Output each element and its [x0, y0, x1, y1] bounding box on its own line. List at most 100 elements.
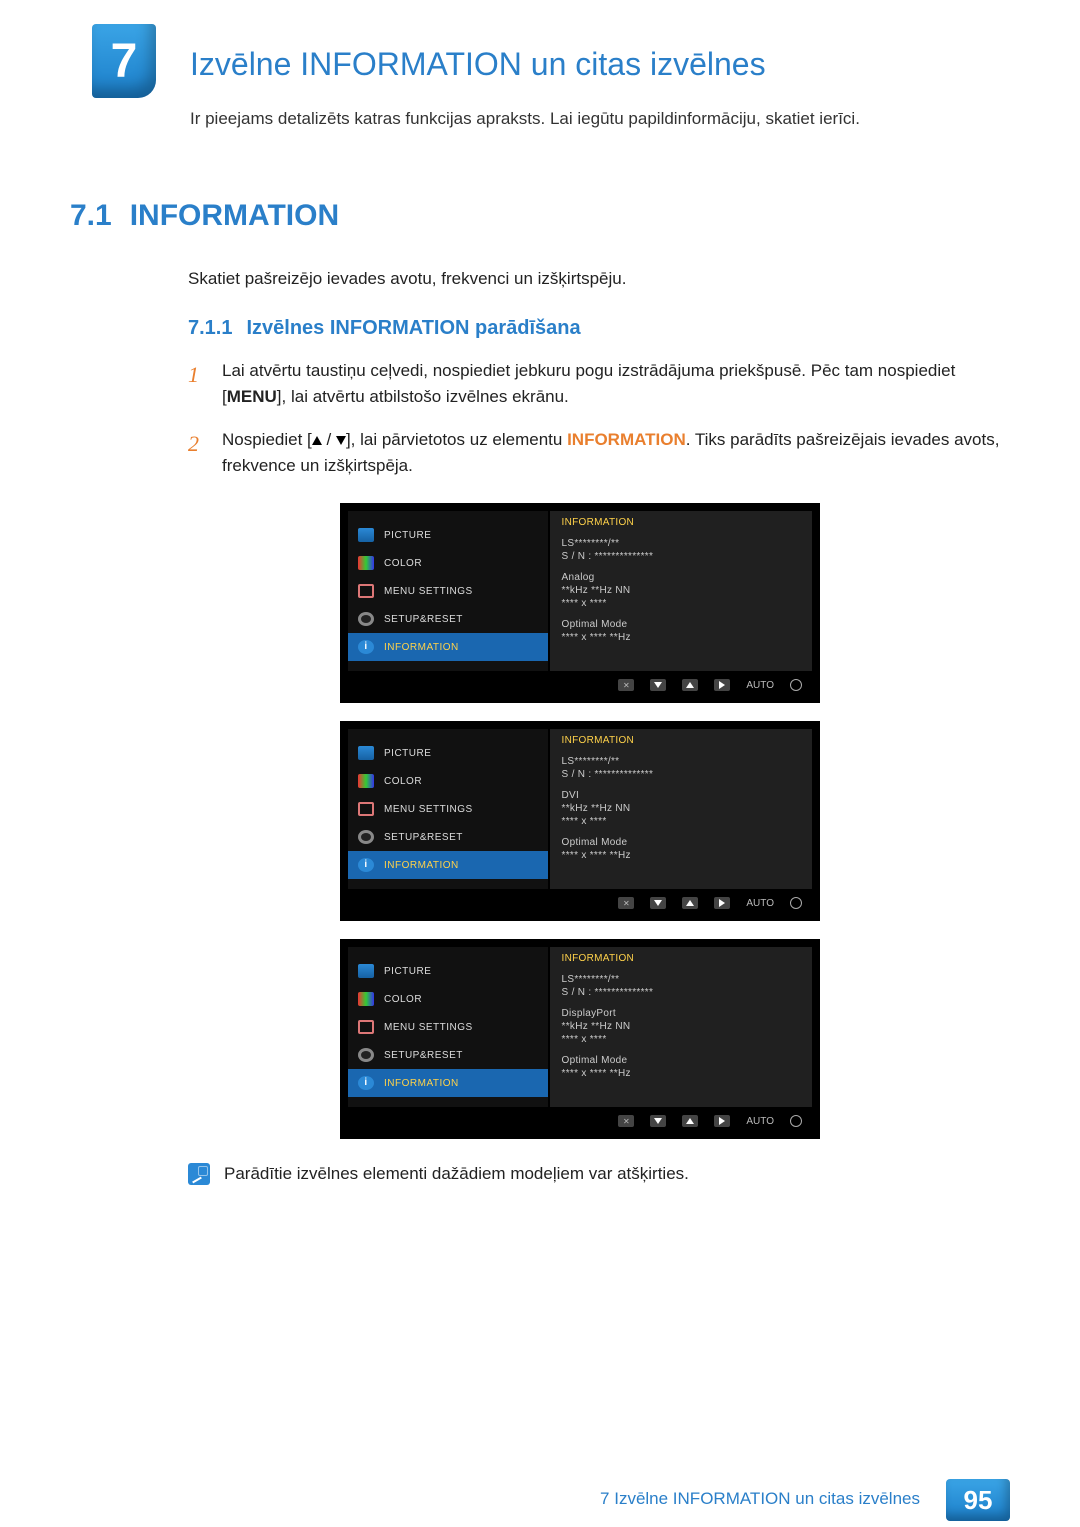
- osd-menu-item-label: COLOR: [384, 994, 422, 1005]
- step-1: 1 Lai atvērtu taustiņu ceļvedi, nospiedi…: [188, 358, 1010, 411]
- menu-icon: [358, 802, 374, 816]
- osd-menu-item: SETUP&RESET: [348, 1041, 548, 1069]
- osd-menu-item: COLOR: [348, 767, 548, 795]
- triangle-right-icon: [714, 897, 730, 909]
- osd-footer: ✕ AUTO: [348, 1111, 812, 1131]
- picture-icon: [358, 746, 374, 760]
- triangle-up-icon: [312, 436, 322, 445]
- menu-key: MENU: [227, 387, 277, 406]
- osd-resolution: **** x ****: [562, 598, 800, 609]
- osd-optimal-label: Optimal Mode: [562, 1055, 800, 1066]
- power-icon: [790, 897, 802, 909]
- footer-chapter-title: 7 Izvēlne INFORMATION un citas izvēlnes: [600, 1489, 920, 1509]
- osd-source: Analog: [562, 572, 800, 583]
- osd-source: DVI: [562, 790, 800, 801]
- osd-menu-item-label: MENU SETTINGS: [384, 804, 473, 815]
- osd-info-panel: INFORMATIONLS********/**S / N : ********…: [548, 729, 812, 889]
- close-icon: ✕: [618, 1115, 634, 1127]
- osd-optimal-label: Optimal Mode: [562, 837, 800, 848]
- note-icon: [188, 1163, 210, 1185]
- osd-menu-item-label: SETUP&RESET: [384, 614, 463, 625]
- triangle-right-icon: [714, 679, 730, 691]
- osd-panel-title: INFORMATION: [562, 517, 800, 528]
- osd-serial: S / N : **************: [562, 769, 800, 780]
- osd-optimal-value: **** x **** **Hz: [562, 632, 800, 643]
- osd-menu-item: SETUP&RESET: [348, 823, 548, 851]
- osd-menu-item-label: COLOR: [384, 558, 422, 569]
- info-icon: i: [358, 1076, 374, 1090]
- osd-screenshot: PICTURECOLORMENU SETTINGSSETUP&RESETiINF…: [340, 503, 820, 703]
- color-icon: [358, 774, 374, 788]
- section-number: 7.1: [70, 199, 112, 233]
- chapter-number-badge: 7: [92, 24, 156, 98]
- osd-menu-item: MENU SETTINGS: [348, 1013, 548, 1041]
- osd-menu-item: PICTURE: [348, 739, 548, 767]
- color-icon: [358, 556, 374, 570]
- triangle-down-icon: [650, 897, 666, 909]
- step-2: 2 Nospiediet [ / ], lai pārvietotos uz e…: [188, 427, 1010, 480]
- osd-info-panel: INFORMATION LS********/** S / N : ********…: [548, 511, 812, 671]
- osd-frequency: **kHz **Hz NN: [562, 803, 800, 814]
- step-text: Nospiediet [ / ], lai pārvietotos uz ele…: [222, 427, 1010, 480]
- setup-icon: [358, 1048, 374, 1062]
- osd-menu-item: i INFORMATION: [348, 1069, 548, 1097]
- osd-menu-item: COLOR: [348, 549, 548, 577]
- osd-menu-item: PICTURE: [348, 521, 548, 549]
- color-icon: [358, 992, 374, 1006]
- subsection-title: 7.1.1 Izvēlnes INFORMATION parādīšana: [188, 317, 1010, 340]
- note-text: Parādītie izvēlnes elementi dažādiem mod…: [224, 1164, 689, 1184]
- osd-model: LS********/**: [562, 756, 800, 767]
- auto-label: AUTO: [746, 898, 774, 909]
- chapter-title: Izvēlne INFORMATION un citas izvēlnes: [190, 20, 1010, 83]
- auto-label: AUTO: [746, 1116, 774, 1127]
- subsection-number: 7.1.1: [188, 317, 232, 339]
- osd-menu-item-label: INFORMATION: [384, 860, 459, 871]
- osd-optimal-label: Optimal Mode: [562, 619, 800, 630]
- osd-optimal-value: **** x **** **Hz: [562, 850, 800, 861]
- close-icon: ✕: [618, 897, 634, 909]
- osd-source: DisplayPort: [562, 1008, 800, 1019]
- osd-menu-item: SETUP&RESET: [348, 605, 548, 633]
- osd-left-menu: PICTURE COLOR MENU SETTINGS SETUP&RESET i INF…: [348, 729, 548, 889]
- step-text: Lai atvērtu taustiņu ceļvedi, nospiediet…: [222, 358, 1010, 411]
- osd-serial: S / N : **************: [562, 551, 800, 562]
- triangle-up-icon: [682, 897, 698, 909]
- chapter-intro: Ir pieejams detalizēts katras funkcijas …: [190, 109, 1010, 129]
- close-icon: ✕: [618, 679, 634, 691]
- osd-resolution: **** x ****: [562, 816, 800, 827]
- osd-model: LS********/**: [562, 538, 800, 549]
- triangle-right-icon: [714, 1115, 730, 1127]
- menu-icon: [358, 584, 374, 598]
- keyword-information: INFORMATION: [567, 430, 686, 449]
- step-number: 2: [188, 427, 206, 480]
- osd-footer: ✕ AUTO: [348, 893, 812, 913]
- osd-model: LS********/**: [562, 974, 800, 985]
- info-icon: i: [358, 640, 374, 654]
- osd-screenshot: PICTURE COLOR MENU SETTINGSSETUP&RESET i INF…: [340, 939, 820, 1139]
- osd-menu-item-label: COLOR: [384, 776, 422, 787]
- osd-menu-item: MENU SETTINGS: [348, 795, 548, 823]
- osd-menu-item-label: PICTURE: [384, 966, 431, 977]
- osd-screenshot: PICTURE COLOR MENU SETTINGS SETUP&RESET i INF…: [340, 721, 820, 921]
- osd-left-menu: PICTURE COLOR MENU SETTINGS SETUP&RESET iINF…: [348, 511, 548, 671]
- osd-footer: ✕ AUTO: [348, 675, 812, 695]
- osd-menu-item: MENU SETTINGS: [348, 577, 548, 605]
- osd-left-menu: PICTURE COLOR MENU SETTINGSSETUP&RESET i INF…: [348, 947, 548, 1107]
- auto-label: AUTO: [746, 680, 774, 691]
- triangle-down-icon: [650, 679, 666, 691]
- section-title: INFORMATION: [130, 199, 339, 233]
- picture-icon: [358, 964, 374, 978]
- setup-icon: [358, 830, 374, 844]
- subsection-title-text: Izvēlnes INFORMATION parādīšana: [246, 317, 580, 339]
- power-icon: [790, 1115, 802, 1127]
- osd-resolution: **** x ****: [562, 1034, 800, 1045]
- osd-menu-item-label: PICTURE: [384, 530, 431, 541]
- info-icon: i: [358, 858, 374, 872]
- page-number-badge: 95: [946, 1479, 1010, 1521]
- osd-menu-item-label: INFORMATION: [384, 1078, 459, 1089]
- osd-optimal-value: **** x **** **Hz: [562, 1068, 800, 1079]
- step-number: 1: [188, 358, 206, 411]
- osd-menu-item: iINFORMATION: [348, 633, 548, 661]
- triangle-up-icon: [682, 679, 698, 691]
- menu-icon: [358, 1020, 374, 1034]
